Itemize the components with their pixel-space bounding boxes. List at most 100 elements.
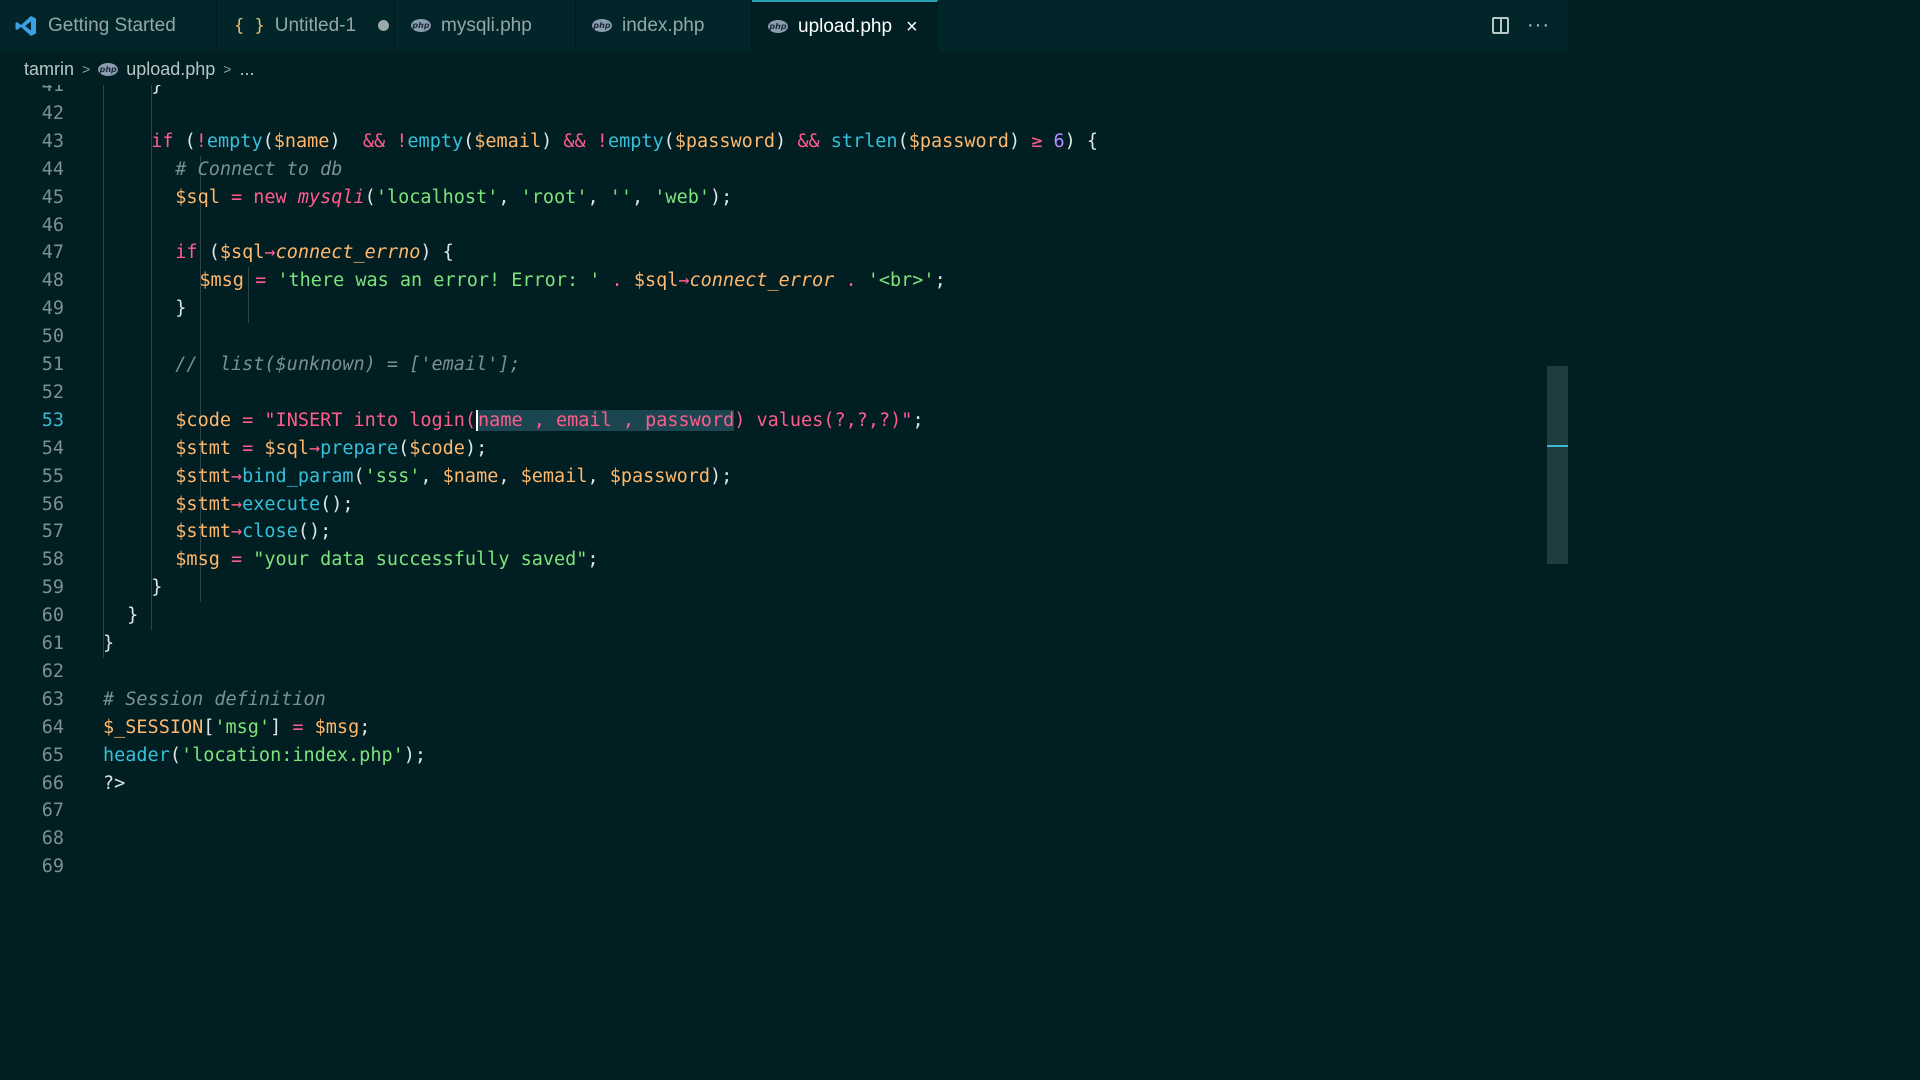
code-text: # Connect to db [175,156,342,184]
code-token: if [175,242,198,264]
line-number: 47 [41,242,64,264]
code-token: $password [908,130,1009,152]
code-line[interactable]: 57 $stmt→close(); [0,518,1548,546]
code-line[interactable]: 43 if (!empty($name) && !empty($email) &&… [0,128,1548,156]
code-line[interactable]: 64 $_SESSION['msg'] = $msg; [0,714,1548,742]
code-line[interactable]: 41} [0,85,1548,100]
code-line[interactable]: 58 $msg = "your data successfully saved"; [0,546,1548,574]
split-editor-icon[interactable] [1492,17,1510,34]
code-line[interactable]: 56 $stmt→execute(); [0,491,1548,519]
tab-label: mysqli.php [441,14,532,36]
code-token: ) { [1064,130,1099,152]
code-token: $sql [175,186,220,208]
code-line[interactable]: 60} [0,602,1548,630]
code-token: ) { [420,242,454,264]
unsaved-dot-icon[interactable] [378,20,390,31]
code-token: } [127,605,139,627]
line-number: 42 [41,102,64,124]
close-icon[interactable]: × [906,17,918,37]
code-token: $sql [264,437,309,459]
line-number: 67 [41,800,64,822]
code-line[interactable]: 44 # Connect to db [0,156,1548,184]
tab-index-php[interactable]: php index.php [576,0,752,51]
php-icon: php [592,19,612,32]
code-line[interactable]: 47 if ($sql→connect_errno) { [0,239,1548,267]
code-line[interactable]: 59} [0,574,1548,602]
code-token: new [253,186,287,208]
more-actions-icon[interactable]: ··· [1527,14,1550,37]
code-token: = [219,186,254,208]
code-line[interactable]: 61} [0,630,1548,658]
tab-bar: Getting Started { } Untitled-1 php mysql… [0,0,1568,51]
code-line[interactable]: 49} [0,295,1548,323]
code-line[interactable]: 66 ?> [0,770,1548,798]
code-line[interactable]: 52 [0,379,1548,407]
code-token: $stmt [175,521,231,543]
code-token: ( [353,465,365,487]
line-number: 44 [41,158,64,180]
code-line[interactable]: 69 [0,853,1548,881]
code-token: $msg [314,716,360,738]
code-line[interactable]: 55 $stmt→bind_param('sss', $name, $email,… [0,463,1548,491]
code-token: ( [262,130,274,152]
line-number: 61 [41,633,64,654]
line-number: 63 [41,688,64,710]
line-number: 55 [41,465,64,487]
code-text: $stmt = $sql→prepare($code); [175,435,487,463]
code-text: } [103,630,114,658]
code-text: ?> [103,770,125,798]
code-line[interactable]: 54 $stmt = $sql→prepare($code); [0,435,1548,463]
line-number: 52 [41,381,64,403]
code-token: ) [775,130,798,152]
code-token: (); [320,493,354,515]
code-token: (); [297,521,332,543]
code-line[interactable]: 65 header('location:index.php'); [0,742,1548,770]
code-token: = [219,549,254,571]
code-line[interactable]: 51 // list($unknown) = ['email']; [0,351,1548,379]
tab-untitled-1[interactable]: { } Untitled-1 [217,0,395,51]
code-token: ( [897,130,909,152]
tab-mysqli-php[interactable]: php mysqli.php [395,0,576,51]
code-line[interactable]: 50 [0,323,1548,351]
code-token: ! [396,130,408,152]
php-icon: php [411,19,431,32]
code-token: . [600,270,634,292]
php-icon: php [768,20,788,33]
code-line[interactable]: 46 [0,212,1548,240]
code-token: } [175,298,187,320]
code-line[interactable]: 53 $code = "INSERT into login(name , emai… [0,407,1548,435]
code-token: $password [674,130,776,152]
code-line[interactable]: 45 $sql = new mysqli('localhost', 'root',… [0,184,1548,212]
code-token: close [242,521,298,543]
code-token: → [264,242,276,264]
line-number: 41 [41,85,64,96]
code-token: 'root' [520,186,588,208]
code-editor[interactable]: 41} 42 43 if (!empty($name) && !empty($emai… [0,85,1548,882]
breadcrumb-folder[interactable]: tamrin [24,59,74,80]
code-line[interactable]: 42 [0,100,1548,128]
code-line[interactable]: 63 # Session definition [0,686,1548,714]
code-token: // list($unknown) = ['email']; [175,354,521,375]
tab-label: index.php [622,14,705,36]
line-number: 66 [41,772,64,794]
line-number: 65 [41,744,64,766]
code-token: $stmt [175,493,231,515]
tab-upload-php[interactable]: php upload.php × [752,0,938,51]
line-number: 49 [41,298,64,320]
code-token: execute [242,493,321,515]
code-line[interactable]: 48 $msg = 'there was an error! Error: ' .… [0,267,1548,295]
code-token: ); [403,744,427,766]
php-icon-text: php [592,19,612,32]
tab-getting-started[interactable]: Getting Started [0,0,217,51]
code-text: } [127,602,138,630]
code-token: 'localhost' [375,186,499,208]
code-token: → [231,493,243,515]
breadcrumb-file[interactable]: upload.php [126,59,215,80]
breadcrumb-symbols[interactable]: ... [239,59,254,80]
code-line[interactable]: 68 [0,825,1548,853]
code-line[interactable]: 67 [0,797,1548,825]
scrollbar-thumb[interactable] [1547,366,1568,564]
code-line[interactable]: 62 [0,658,1548,686]
